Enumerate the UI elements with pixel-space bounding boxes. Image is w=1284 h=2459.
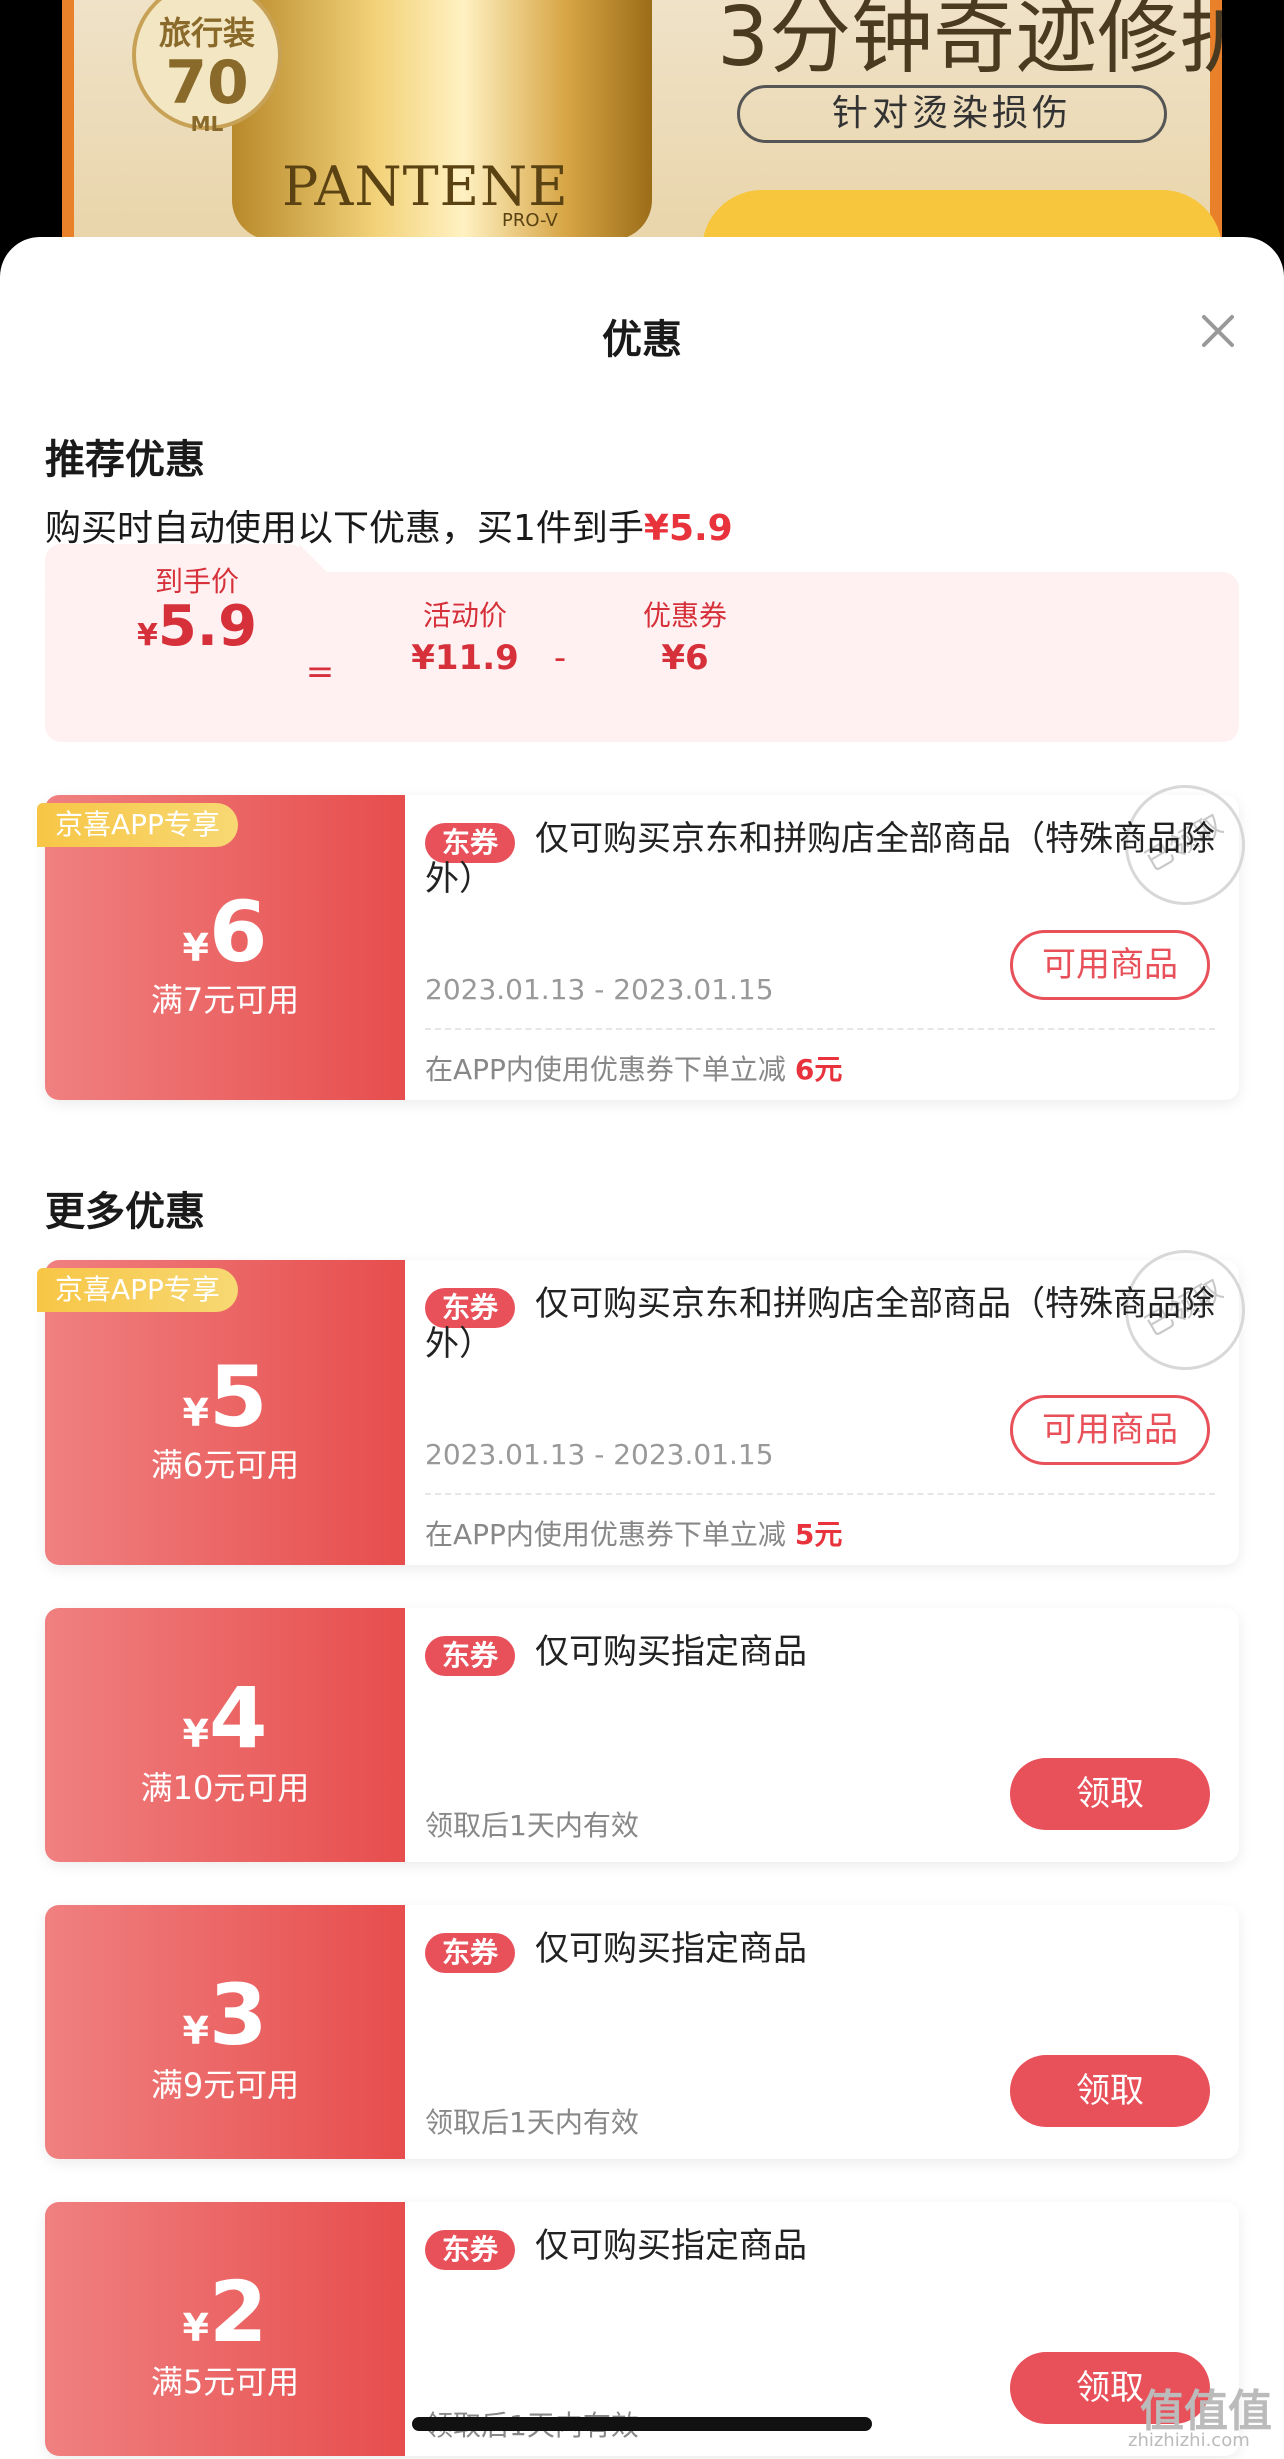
final-price-value: ¥5.9 [107,594,287,659]
available-products-button[interactable]: 可用商品 [1010,1395,1210,1465]
coupon-validity-dates: 2023.01.13 - 2023.01.15 [425,973,774,1006]
travel-size-seal: 旅行装 70 ML [132,0,282,136]
subtitle-text: 购买时自动使用以下优惠，买1件到手 [45,508,644,549]
more-offers-title: 更多优惠 [45,1189,205,1235]
coupon-amount: ¥4 [45,1676,405,1776]
coupon-sheet: 优惠 推荐优惠 购买时自动使用以下优惠，买1件到手¥5.9 到手价 ¥5.9 =… [0,237,1284,2459]
coupon-note-text: 在APP内使用优惠券下单立减 [425,1518,786,1551]
equals-sign: = [305,652,335,692]
coupon-divider [425,1493,1215,1495]
app-exclusive-ribbon: 京喜APP专享 [37,1268,238,1312]
banner-headline: 3分钟奇迹修护 [717,0,1222,85]
coupon-card: ¥6 满7元可用 京喜APP专享 已领取 东券 仅可购买京东和拼购店全部商品（特… [37,763,1267,1100]
claim-button[interactable]: 领取 [1010,1758,1210,1830]
coupon-yen: ¥ [182,1391,209,1435]
coupon-amount-value: 4 [209,1669,268,1767]
seal-line-2: 70 [165,48,249,118]
coupon-note: 在APP内使用优惠券下单立减 6元 [425,1048,842,1088]
coupon-card: ¥4 满10元可用 东券 仅可购买指定商品 领取 领取后1天内有效 [45,1608,1239,1862]
app-exclusive-ribbon: 京喜APP专享 [37,803,238,847]
coupon-divider [425,1028,1215,1030]
coupon-note: 领取后1天内有效 [425,1809,639,1842]
coupon-amount-value: 6 [209,883,268,981]
brand-logo: PANTENE [282,155,569,218]
banner-pill: 针对烫染损伤 [737,85,1167,143]
price-breakdown: 到手价 ¥5.9 = 活动价 ¥11.9 - 优惠券 ¥6 [45,544,1239,742]
coupon-note-value: 5元 [794,1518,843,1551]
watermark-url: zhizhizhi.com [1128,2430,1250,2451]
coupon-condition: 满6元可用 [150,1446,300,1484]
coupon-amount: ¥3 [45,1973,405,2073]
coupon-description: 仅可购买指定商品 [535,1632,807,1672]
coupon-yen: ¥ [182,2306,209,2350]
activity-price-value: ¥11.9 [411,638,519,678]
coupon-amount-value: 2 [209,2263,268,2361]
coupon-condition: 满5元可用 [150,2363,300,2401]
available-products-button[interactable]: 可用商品 [1010,930,1210,1000]
product-banner: 旅行装 70 ML PANTENE PRO-V 3分钟奇迹修护 针对烫染损伤 [62,0,1222,260]
coupon-description: 仅可购买指定商品 [535,1929,807,1969]
final-price-number: 5.9 [157,594,258,659]
home-indicator[interactable] [412,2417,872,2431]
coupon-discount-value: ¥6 [661,638,709,678]
recommended-title: 推荐优惠 [45,437,205,483]
coupon-amount-value: 3 [209,1966,268,2064]
coupon-yen: ¥ [182,1712,209,1756]
coupon-description: 仅可购买指定商品 [535,2226,807,2266]
coupon-yen: ¥ [182,2009,209,2053]
brand-sub: PRO-V [502,210,558,231]
coupon-description: 仅可购买京东和拼购店全部商品（特殊商品除外） [425,819,1215,899]
coupon-amount-value: 5 [209,1348,268,1446]
coupon-note: 在APP内使用优惠券下单立减 5元 [425,1513,842,1553]
coupon-condition: 满10元可用 [140,1769,310,1807]
activity-price-label: 活动价 [422,599,507,632]
coupon-condition: 满9元可用 [150,2066,300,2104]
seal-line-3: ML [190,112,224,136]
close-icon[interactable] [1196,309,1240,353]
final-price-yen: ¥ [136,618,158,653]
coupon-validity-dates: 2023.01.13 - 2023.01.15 [425,1438,774,1471]
coupon-amount: ¥2 [45,2270,405,2370]
coupon-amount-panel: ¥4 满10元可用 [45,1608,405,1862]
coupon-discount-label: 优惠券 [642,599,727,632]
coupon-yen: ¥ [182,926,209,970]
coupon-card: ¥5 满6元可用 京喜APP专享 已领取 东券 仅可购买京东和拼购店全部商品（特… [37,1228,1267,1565]
subtitle-price: ¥5.9 [643,508,733,549]
coupon-amount-panel: ¥2 满5元可用 [45,2202,405,2456]
banner-edge-left [62,0,74,260]
coupon-description: 仅可购买京东和拼购店全部商品（特殊商品除外） [425,1284,1215,1364]
coupon-note-value: 6元 [794,1053,843,1086]
coupon-note-text: 在APP内使用优惠券下单立减 [425,1053,786,1086]
minus-sign: - [553,638,567,678]
coupon-amount-panel: ¥3 满9元可用 [45,1905,405,2159]
coupon-note: 领取后1天内有效 [425,2106,639,2139]
claim-button[interactable]: 领取 [1010,2055,1210,2127]
coupon-card: ¥3 满9元可用 东券 仅可购买指定商品 领取 领取后1天内有效 [45,1905,1239,2159]
coupon-condition: 满7元可用 [150,981,300,1019]
sheet-title: 优惠 [602,317,682,363]
